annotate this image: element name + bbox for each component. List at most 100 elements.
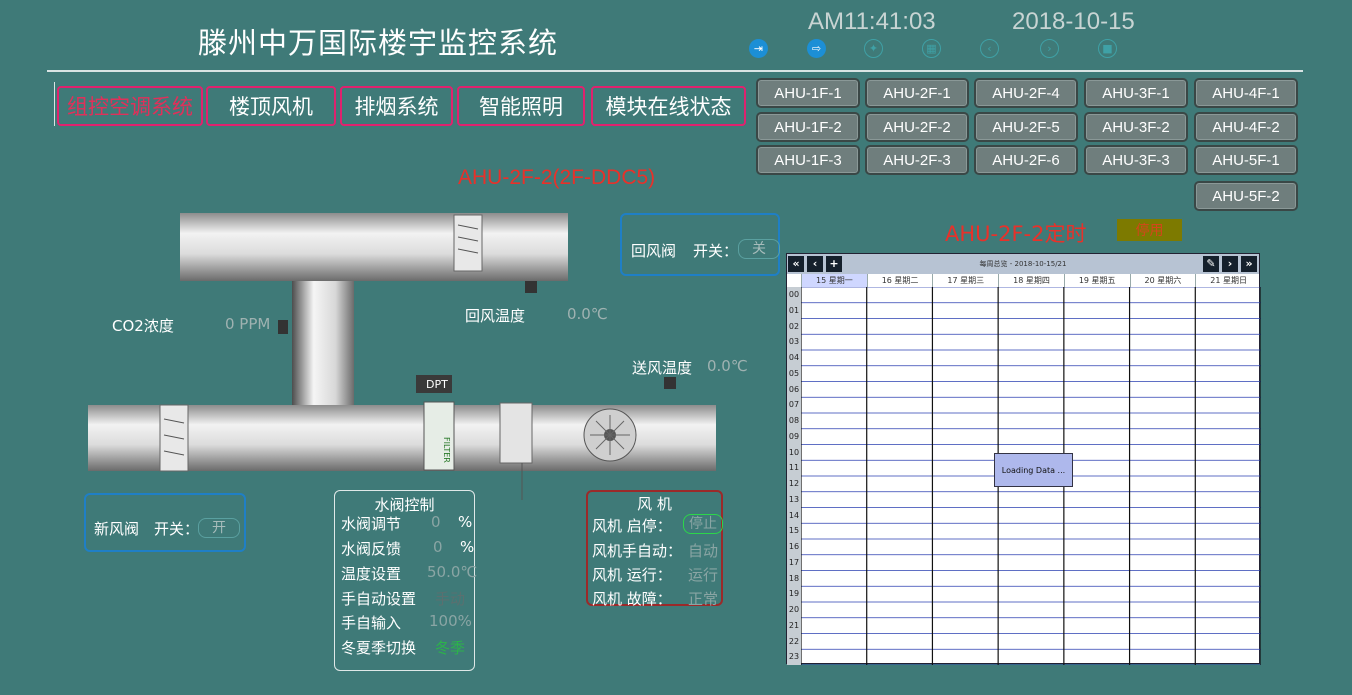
grid-icon[interactable]: ▦	[922, 39, 941, 58]
calendar-hour-label: 17	[787, 554, 801, 571]
calendar-hour-label: 10	[787, 444, 801, 461]
water-valve-row: 水阀反馈 0%	[341, 538, 475, 558]
return-damper-label: 回风阀	[631, 242, 677, 260]
ahu-button[interactable]: AHU-1F-1	[756, 78, 860, 108]
water-valve-row: 水阀调节 0%	[341, 513, 473, 533]
ahu-button[interactable]: AHU-1F-3	[756, 145, 860, 175]
edit-icon[interactable]: ✎	[1203, 256, 1219, 272]
schedule-title: AHU-2F-2定时	[945, 222, 1087, 246]
calendar-toolbar: « ‹ + 每周总览 - 2018-10-15/21 ✎ › »	[787, 254, 1259, 274]
calendar-hour-label: 18	[787, 570, 801, 587]
calendar-hour-label: 04	[787, 350, 801, 366]
return-temp-label: 回风温度	[465, 307, 526, 325]
nav-divider	[54, 82, 55, 126]
ahu-button[interactable]: AHU-2F-4	[974, 78, 1078, 108]
return-duct	[180, 213, 568, 281]
page-title: 滕州中万国际楼宇监控系统	[198, 26, 559, 60]
calendar-hour-label: 08	[787, 413, 801, 429]
ahu-button[interactable]: AHU-4F-1	[1194, 78, 1298, 108]
water-valve-row: 冬夏季切换 冬季	[341, 639, 466, 657]
nav-roof-fan[interactable]: 楼顶风机	[206, 86, 336, 126]
fresh-damper-toggle[interactable]: 开	[198, 518, 240, 538]
logout-icon[interactable]: ⇨	[807, 39, 826, 58]
ahu-button[interactable]: AHU-2F-1	[865, 78, 969, 108]
login-icon[interactable]: ⇥	[749, 39, 768, 58]
calendar-hour-label: 20	[787, 602, 801, 618]
ahu-button[interactable]: AHU-5F-1	[1194, 145, 1298, 175]
co2-sensor	[278, 320, 288, 334]
calendar-range: 每周总览 - 2018-10-15/21	[979, 260, 1067, 268]
next-week-icon[interactable]: ›	[1222, 256, 1238, 272]
calendar-hour-label: 19	[787, 586, 801, 602]
calendar-day-header: 17 星期三	[932, 274, 998, 287]
calendar-day-header: 21 星期日	[1195, 274, 1261, 287]
ahu-button[interactable]: AHU-2F-3	[865, 145, 969, 175]
calendar-hour-label: 05	[787, 365, 801, 382]
calendar-hour-label: 09	[787, 428, 801, 445]
calendar-hour-label: 06	[787, 381, 801, 398]
calendar-hour-label: 22	[787, 633, 801, 650]
fresh-damper-panel: 新风阀 开关： 开	[84, 493, 246, 552]
co2-value: 0 PPM	[225, 315, 271, 333]
return-temp-sensor	[525, 281, 537, 293]
clock: AM11:41:03	[808, 8, 936, 35]
ahu-button[interactable]: AHU-2F-5	[974, 112, 1078, 142]
water-valve-row: 温度设置 50.0℃	[341, 563, 478, 583]
calendar-hour-label: 16	[787, 539, 801, 555]
ahu-button[interactable]: AHU-2F-2	[865, 112, 969, 142]
water-valve-row: 手自输入 100%	[341, 612, 472, 632]
ahu-button[interactable]: AHU-5F-2	[1194, 181, 1298, 211]
calendar-hour-label: 11	[787, 460, 801, 476]
return-damper-switch-label: 开关：	[693, 242, 739, 260]
stop-icon[interactable]: ■	[1098, 39, 1117, 58]
fan-row: 风机 运行： 运行	[592, 566, 719, 584]
loading-indicator: Loading Data ...	[994, 453, 1073, 487]
ahu-button[interactable]: AHU-4F-2	[1194, 112, 1298, 142]
ahu-button[interactable]: AHU-3F-2	[1084, 112, 1188, 142]
ahu-button[interactable]: AHU-1F-2	[756, 112, 860, 142]
header-divider	[47, 70, 1303, 72]
fan-row: 风机手自动： 自动	[592, 542, 719, 560]
unit-title: AHU-2F-2(2F-DDC5)	[458, 166, 656, 189]
supply-temp-sensor	[664, 377, 676, 389]
date: 2018-10-15	[1012, 8, 1135, 35]
nav-smart-lighting[interactable]: 智能照明	[457, 86, 585, 126]
fan-row: 风机 故障： 正常	[592, 590, 719, 608]
last-week-icon[interactable]: »	[1241, 256, 1257, 272]
twitter-icon[interactable]: ✦	[864, 39, 883, 58]
back-icon[interactable]: ‹	[980, 39, 999, 58]
calendar-hour-label: 13	[787, 491, 801, 508]
fresh-damper-label: 新风阀	[94, 520, 140, 538]
fresh-damper	[159, 404, 189, 472]
fresh-damper-switch-label: 开关：	[154, 520, 200, 538]
calendar-hour-label: 21	[787, 617, 801, 634]
co2-label: CO2浓度	[112, 317, 174, 335]
fan-panel: 风 机 风机 启停： 停止 风机手自动： 自动 风机 运行： 运行 风机 故障： 正常	[586, 490, 723, 608]
supply-temp-value: 0.0℃	[707, 357, 748, 375]
schedule-status-badge[interactable]: 停用	[1117, 219, 1182, 241]
calendar-day-header: 18 星期四	[998, 274, 1064, 287]
return-damper-panel: 回风阀 开关： 关	[620, 213, 780, 276]
forward-icon[interactable]: ›	[1040, 39, 1059, 58]
calendar-hour-label: 01	[787, 302, 801, 319]
filter-label: FILTER	[442, 437, 451, 463]
nav-module-status[interactable]: 模块在线状态	[591, 86, 746, 126]
nav-ahu-group[interactable]: 组控空调系统	[57, 86, 203, 126]
calendar-day-header: 15 星期一	[801, 274, 867, 287]
coil	[499, 402, 533, 464]
return-damper-toggle[interactable]: 关	[738, 239, 780, 259]
return-temp-value: 0.0℃	[567, 305, 608, 323]
ahu-button[interactable]: AHU-2F-6	[974, 145, 1078, 175]
dpt-label: DPT	[426, 378, 448, 391]
fan-title: 风 机	[637, 495, 672, 513]
fan-row: 风机 启停： 停止	[592, 514, 723, 536]
ahu-button[interactable]: AHU-3F-3	[1084, 145, 1188, 175]
calendar-hour-label: 03	[787, 334, 801, 350]
calendar-day-header: 19 星期五	[1063, 274, 1130, 287]
nav-smoke-exhaust[interactable]: 排烟系统	[340, 86, 453, 126]
calendar-hour-label: 23	[787, 649, 801, 665]
calendar-hour-label: 12	[787, 476, 801, 492]
calendar-hour-label: 15	[787, 523, 801, 539]
calendar-hour-label: 07	[787, 397, 801, 413]
ahu-button[interactable]: AHU-3F-1	[1084, 78, 1188, 108]
